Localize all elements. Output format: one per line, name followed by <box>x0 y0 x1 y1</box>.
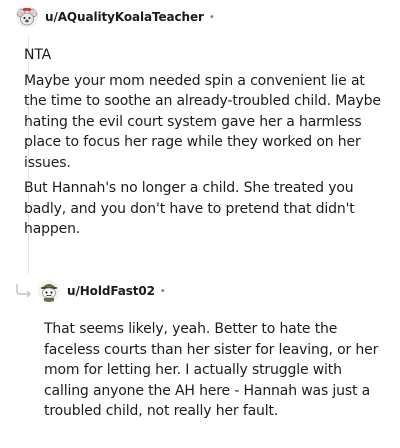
comment-header: u/AQualityKoalaTeacher • <box>16 5 215 29</box>
comment-username[interactable]: u/AQualityKoalaTeacher <box>45 10 204 24</box>
comment-paragraph: NTA <box>24 47 52 63</box>
meta-separator: • <box>159 285 166 297</box>
snoo-avatar-icon[interactable] <box>38 280 60 302</box>
reply-arrow-icon <box>16 284 32 298</box>
koala-avatar-icon[interactable] <box>16 6 38 28</box>
comment-paragraph: Maybe your mom needed spin a convenient … <box>24 72 381 171</box>
comment-body: That seems likely, yeah. Better to hate … <box>44 319 389 427</box>
meta-separator: • <box>208 11 215 23</box>
comment-header: u/HoldFast02 • <box>38 279 166 303</box>
comment-paragraph: But Hannah's no longer a child. She trea… <box>24 180 355 237</box>
comment-body: NTA Maybe your mom needed spin a conveni… <box>24 45 384 245</box>
comment-username[interactable]: u/HoldFast02 <box>67 284 155 298</box>
comment-paragraph: That seems likely, yeah. Better to hate … <box>44 321 379 419</box>
